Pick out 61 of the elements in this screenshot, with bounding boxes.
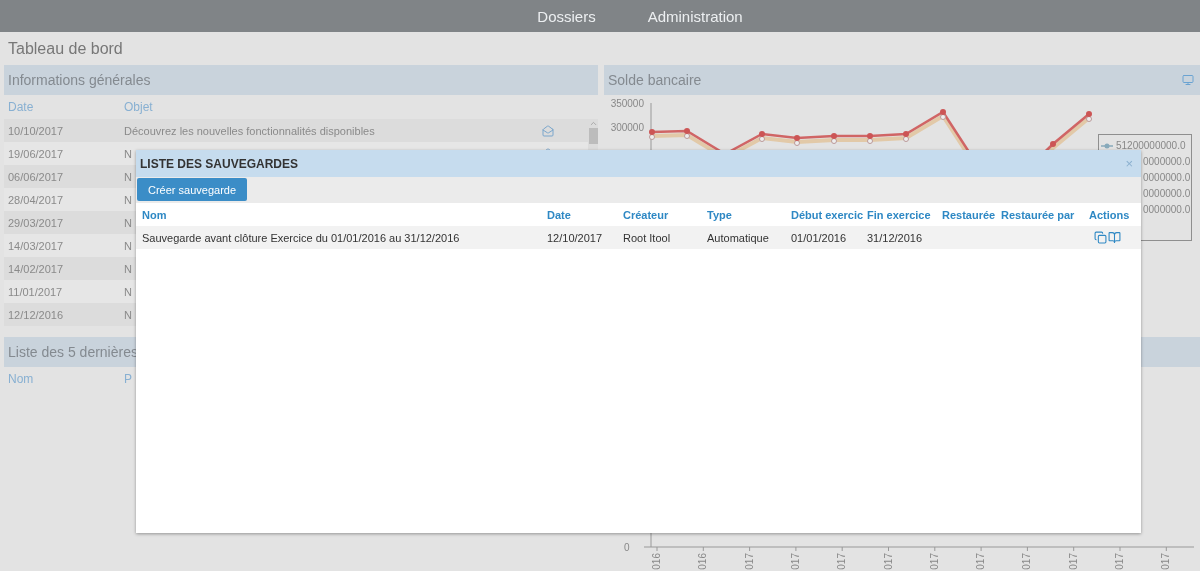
- column-header: Actions: [1089, 208, 1131, 221]
- panel-title: Solde bancaire: [608, 72, 702, 88]
- column-header: Créateur: [623, 208, 670, 221]
- column-header: P: [124, 372, 133, 386]
- axis-tick-label: 017: [1021, 553, 1033, 570]
- axis-tick-label: 017: [1160, 553, 1172, 570]
- table-cell-text: N: [124, 262, 133, 275]
- page-title: Tableau de bord: [7, 38, 124, 59]
- table-cell-text: N: [124, 308, 133, 321]
- table-cell-text: Découvrez les nouvelles fonctionnalités disponibles: [124, 124, 376, 137]
- column-header: Restaurée par: [1001, 208, 1076, 221]
- table-cell-text: 31/12/2016: [867, 231, 924, 244]
- table-cell-text: 28/04/2017: [8, 193, 65, 206]
- table-cell-text: Automatique: [707, 231, 770, 244]
- column-header: Date: [8, 100, 35, 114]
- legend-label: 0000000.0: [1143, 156, 1191, 167]
- table-cell-text: 19/06/2017: [8, 147, 65, 160]
- table-cell-text: N: [124, 193, 133, 206]
- table-cell-text: Sauvegarde avant clôture Exercice du 01/01/2016 au 31/12/2016: [142, 231, 461, 244]
- column-header: Objet: [124, 100, 154, 114]
- axis-tick-label: 017: [743, 553, 755, 570]
- column-header: Date: [547, 208, 572, 221]
- axis-tick-label: 017: [836, 553, 848, 570]
- table-cell-text: N: [124, 285, 133, 298]
- table-cell-text: Root Itool: [623, 231, 672, 244]
- axis-tick-label: 350000: [610, 98, 644, 109]
- axis-tick-label: 017: [1114, 553, 1125, 570]
- column-header: Fin exercice: [867, 208, 932, 221]
- axis-tick-label: 017: [789, 553, 801, 570]
- column-header: Restaurée: [942, 208, 997, 221]
- table-cell-text: 14/02/2017: [8, 262, 65, 275]
- panel-title: Liste des 5 dernières: [8, 344, 138, 360]
- panel-title: Informations générales: [8, 72, 151, 88]
- axis-tick-label: 017: [928, 553, 940, 570]
- legend-label: 0000000.0: [1143, 172, 1191, 183]
- column-header: Nom: [142, 208, 168, 221]
- legend-label: 0000000.0: [1143, 188, 1191, 199]
- table-cell-text: 12/10/2017: [547, 231, 604, 244]
- table-cell-text: N: [124, 147, 133, 160]
- table-cell-text: 01/01/2016: [791, 231, 848, 244]
- table-cell-text: 10/10/2017: [8, 124, 65, 137]
- dialog-title: LISTE DES SAUVEGARDES: [140, 156, 299, 171]
- table-cell-text: 06/06/2017: [8, 170, 65, 183]
- table-cell-text: 14/03/2017: [8, 239, 65, 252]
- table-cell-text: N: [124, 170, 133, 183]
- column-header: Nom: [8, 372, 35, 386]
- table-cell-text: 29/03/2017: [8, 216, 65, 229]
- axis-tick-label: 017: [1067, 553, 1079, 570]
- legend-label: 0000000.0: [1143, 204, 1191, 215]
- axis-tick-label: 017: [975, 553, 987, 570]
- column-header: Type: [707, 208, 733, 221]
- axis-tick-label: 017: [882, 553, 894, 570]
- column-header: Début exercic: [791, 208, 865, 221]
- axis-tick-label: 300000: [610, 122, 644, 133]
- axis-tick-label: 016: [651, 553, 662, 570]
- table-cell-text: 12/12/2016: [8, 308, 65, 321]
- table-cell-text: 11/01/2017: [8, 285, 64, 298]
- legend-label: 51200000000.0: [1116, 140, 1186, 151]
- table-cell-text: N: [124, 216, 133, 229]
- axis-tick-label: 0: [624, 542, 630, 553]
- axis-tick-label: 016: [697, 553, 709, 570]
